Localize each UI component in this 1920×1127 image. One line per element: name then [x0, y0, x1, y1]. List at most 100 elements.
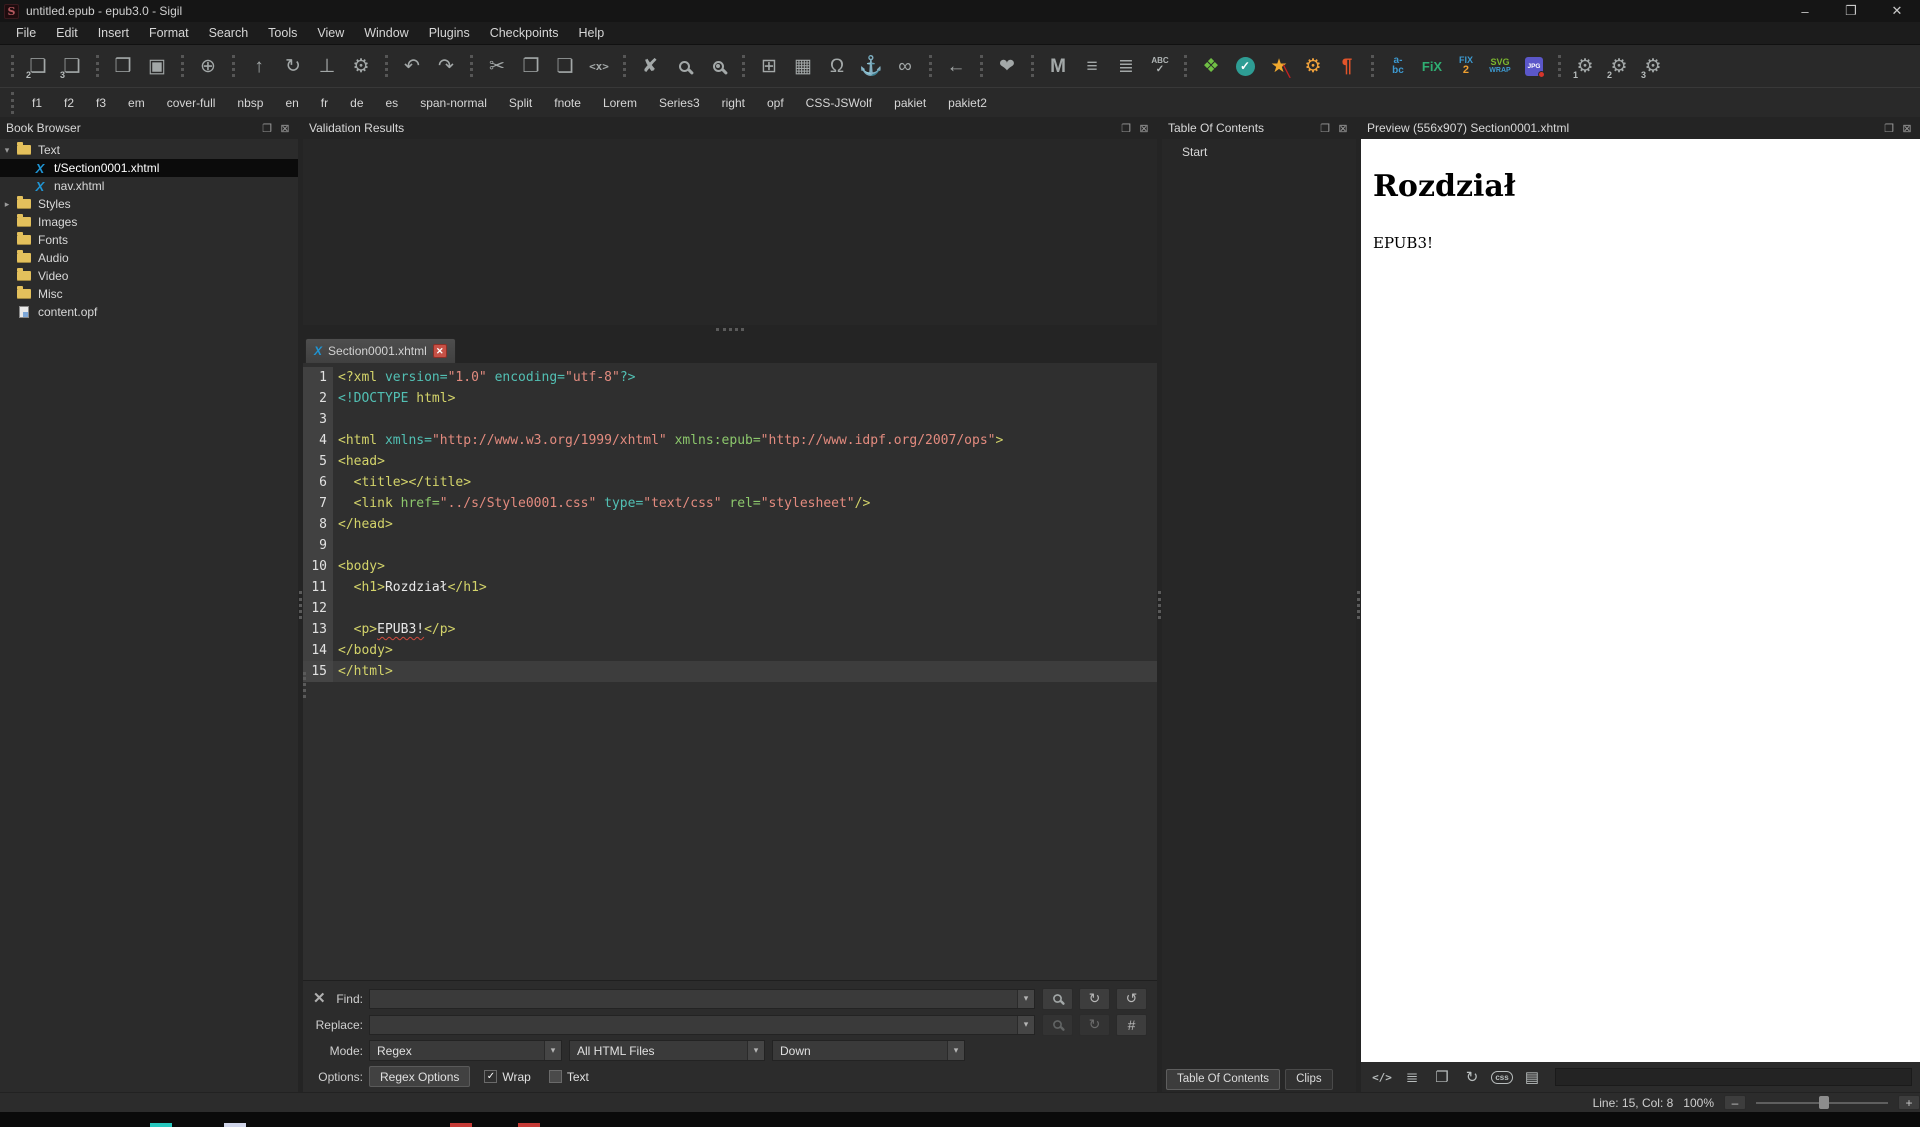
- checkpoint-manage-icon[interactable]: ⚙: [344, 50, 378, 82]
- replace-count-button[interactable]: #: [1116, 1014, 1147, 1036]
- tree-item-t-section0001-xhtml[interactable]: Xt/Section0001.xhtml: [0, 159, 298, 177]
- chevron-down-icon[interactable]: ▾: [1017, 990, 1034, 1008]
- repair-icon[interactable]: ⚙: [1296, 50, 1330, 82]
- code-view-icon[interactable]: </>: [1369, 1065, 1395, 1089]
- tree-item-images[interactable]: Images: [0, 213, 298, 231]
- unordered-list-icon[interactable]: ≡: [1075, 50, 1109, 82]
- add-existing-files-icon[interactable]: ⊕: [191, 50, 225, 82]
- print-icon[interactable]: ▤: [1519, 1065, 1545, 1089]
- inspect-icon[interactable]: ≣: [1399, 1065, 1425, 1089]
- plugin-3-icon[interactable]: ⚙3: [1636, 50, 1670, 82]
- checkbox-unchecked-icon[interactable]: [549, 1070, 562, 1083]
- plugin-fix2-icon[interactable]: FIX2: [1449, 50, 1483, 82]
- checkpoint-commit-icon[interactable]: ↑: [242, 50, 276, 82]
- float-panel-icon[interactable]: ❐: [1318, 122, 1332, 135]
- clip-button-cover-full[interactable]: cover-full: [156, 92, 227, 114]
- plugin-jpg-icon[interactable]: JPG: [1517, 50, 1551, 82]
- tree-item-text[interactable]: ▾Text: [0, 141, 298, 159]
- epubcheck-icon[interactable]: ❖: [1194, 50, 1228, 82]
- clip-button-nbsp[interactable]: nbsp: [226, 92, 274, 114]
- checkpoint-restore-icon[interactable]: ↻: [276, 50, 310, 82]
- text-checkbox[interactable]: Text: [549, 1070, 589, 1084]
- code-line-13[interactable]: 13 <p>EPUB3!</p>: [303, 619, 1157, 640]
- close-panel-icon[interactable]: ⊠: [1137, 122, 1151, 135]
- clip-button-pakiet2[interactable]: pakiet2: [937, 92, 998, 114]
- clip-button-f2[interactable]: f2: [53, 92, 85, 114]
- plugin-svgwrap-icon[interactable]: SVGWRAP: [1483, 50, 1517, 82]
- float-panel-icon[interactable]: ❐: [1119, 122, 1133, 135]
- clip-button-fnote[interactable]: fnote: [543, 92, 592, 114]
- donate-heart-icon[interactable]: ❤: [990, 50, 1024, 82]
- code-editor[interactable]: 1<?xml version="1.0" encoding="utf-8"?>2…: [303, 363, 1157, 980]
- float-panel-icon[interactable]: ❐: [1882, 122, 1896, 135]
- paste-icon[interactable]: ❏: [548, 50, 582, 82]
- zoom-out-button[interactable]: –: [1724, 1095, 1746, 1110]
- mend-code-icon[interactable]: ✘: [633, 50, 667, 82]
- clip-button-en[interactable]: en: [274, 92, 309, 114]
- replace-input[interactable]: ▾: [369, 1015, 1035, 1035]
- tree-item-audio[interactable]: Audio: [0, 249, 298, 267]
- plugin-abc-icon[interactable]: a-bc: [1381, 50, 1415, 82]
- clip-button-f1[interactable]: f1: [21, 92, 53, 114]
- zoom-slider[interactable]: [1756, 1095, 1888, 1110]
- tree-item-styles[interactable]: ▸Styles: [0, 195, 298, 213]
- undo-icon[interactable]: ↶: [395, 50, 429, 82]
- find-input[interactable]: ▾: [369, 989, 1035, 1009]
- maximize-button[interactable]: ❐: [1828, 0, 1874, 22]
- back-icon[interactable]: ←: [939, 50, 973, 82]
- metadata-editor-icon[interactable]: M: [1041, 50, 1075, 82]
- minimize-button[interactable]: –: [1782, 0, 1828, 22]
- close-panel-icon[interactable]: ⊠: [278, 122, 292, 135]
- menu-help[interactable]: Help: [569, 23, 615, 43]
- tree-item-fonts[interactable]: Fonts: [0, 231, 298, 249]
- code-line-15[interactable]: 15</html>: [303, 661, 1157, 682]
- validation-results-list[interactable]: [303, 139, 1157, 325]
- wrap-checkbox[interactable]: ✓ Wrap: [484, 1070, 530, 1084]
- expand-arrow-icon[interactable]: ▸: [0, 199, 14, 210]
- clip-button-series3[interactable]: Series3: [648, 92, 711, 114]
- checkbox-checked-icon[interactable]: ✓: [484, 1070, 497, 1083]
- insert-image-icon[interactable]: ▦: [786, 50, 820, 82]
- split-at-cursor-icon[interactable]: ⊞: [752, 50, 786, 82]
- menu-tools[interactable]: Tools: [258, 23, 307, 43]
- code-line-11[interactable]: 11 <h1>Rozdział</h1>: [303, 577, 1157, 598]
- count-all-button[interactable]: ↺: [1116, 988, 1147, 1010]
- menu-checkpoints[interactable]: Checkpoints: [480, 23, 569, 43]
- clip-button-fr[interactable]: fr: [310, 92, 339, 114]
- tree-item-nav-xhtml[interactable]: Xnav.xhtml: [0, 177, 298, 195]
- clip-button-right[interactable]: right: [711, 92, 756, 114]
- replace-all-button[interactable]: ↻: [1079, 1014, 1110, 1036]
- expand-arrow-icon[interactable]: ▾: [0, 145, 14, 156]
- regex-options-button[interactable]: Regex Options: [369, 1066, 470, 1087]
- toc-entry-start[interactable]: Start: [1162, 143, 1356, 161]
- css-icon[interactable]: css: [1489, 1065, 1515, 1089]
- clip-button-f3[interactable]: f3: [85, 92, 117, 114]
- clip-button-css-jswolf[interactable]: CSS-JSWolf: [795, 92, 883, 114]
- find-all-button[interactable]: ↻: [1079, 988, 1110, 1010]
- menu-edit[interactable]: Edit: [46, 23, 88, 43]
- menu-insert[interactable]: Insert: [88, 23, 139, 43]
- checkpoint-diff-icon[interactable]: ⊥: [310, 50, 344, 82]
- chevron-down-icon[interactable]: ▾: [1017, 1016, 1034, 1034]
- zoom-slider-handle[interactable]: [1819, 1096, 1829, 1109]
- replace-find-button[interactable]: [1042, 1014, 1073, 1036]
- splitter[interactable]: [303, 325, 1157, 335]
- close-panel-icon[interactable]: ⊠: [1900, 122, 1914, 135]
- anchor-icon[interactable]: ⚓: [854, 50, 888, 82]
- open-book-icon[interactable]: ❒: [106, 50, 140, 82]
- clean-paragraphs-icon[interactable]: ¶: [1330, 50, 1364, 82]
- code-line-2[interactable]: 2<!DOCTYPE html>: [303, 388, 1157, 409]
- bottom-tab-clips[interactable]: Clips: [1285, 1069, 1333, 1090]
- tree-item-content-opf[interactable]: content.opf: [0, 303, 298, 321]
- redo-icon[interactable]: ↷: [429, 50, 463, 82]
- find-replace-icon[interactable]: [667, 50, 701, 82]
- plugin-2-icon[interactable]: ⚙2: [1602, 50, 1636, 82]
- new-epub3-icon[interactable]: ❏3: [55, 50, 89, 82]
- wellformed-check-icon[interactable]: ✓: [1228, 50, 1262, 82]
- bottom-tab-table-of-contents[interactable]: Table Of Contents: [1166, 1069, 1280, 1090]
- zoom-in-button[interactable]: +: [1898, 1095, 1920, 1110]
- find-close-icon[interactable]: ✕: [313, 989, 326, 1007]
- splitter[interactable]: [1157, 117, 1162, 1092]
- code-line-14[interactable]: 14</body>: [303, 640, 1157, 661]
- clip-button-em[interactable]: em: [117, 92, 156, 114]
